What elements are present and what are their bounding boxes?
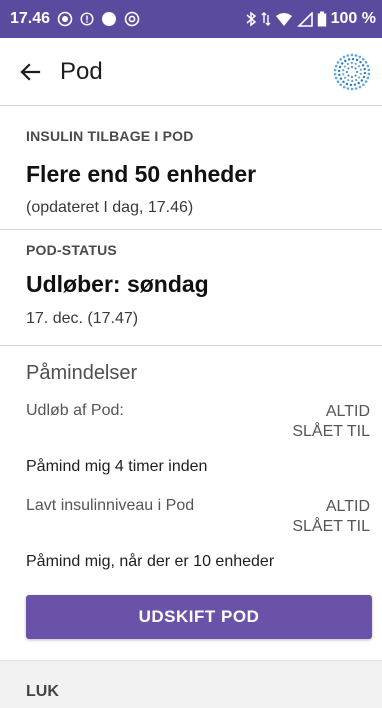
- reminder-row-low-insulin[interactable]: Lavt insulinniveau i Pod ALTID SLÅET TIL: [26, 497, 370, 539]
- pod-logo-icon: [332, 52, 372, 92]
- insulin-section: INSULIN TILBAGE I POD Flere end 50 enhed…: [0, 128, 382, 217]
- replace-pod-button[interactable]: UDSKIFT POD: [26, 595, 372, 639]
- status-bar: 17.46 100 %: [0, 0, 382, 38]
- data-transfer-icon: [261, 11, 271, 27]
- reminder-label: Lavt insulinniveau i Pod: [26, 497, 195, 514]
- record-icon: [57, 11, 73, 27]
- footer: LUK: [0, 660, 382, 708]
- dot-icon: [101, 11, 117, 27]
- page-title: Pod: [60, 57, 103, 85]
- pod-status-date: 17. dec. (17.47): [26, 310, 139, 327]
- pod-status-label: POD-STATUS: [26, 242, 117, 258]
- divider: [0, 345, 382, 346]
- insulin-updated: (opdateret I dag, 17.46): [26, 199, 194, 216]
- wifi-icon: [275, 12, 293, 27]
- reminder-label: Udløb af Pod:: [26, 402, 124, 419]
- divider: [0, 229, 382, 230]
- status-time: 17.46: [10, 10, 51, 27]
- signal-icon: [296, 11, 313, 27]
- battery-icon: [317, 11, 327, 27]
- circle-info-icon: [80, 12, 94, 26]
- arrow-left-icon[interactable]: [14, 56, 46, 88]
- reminder-value-line2: SLÅET TIL: [292, 518, 370, 535]
- bluetooth-icon: [245, 11, 257, 27]
- reminder-value: ALTID SLÅET TIL: [292, 402, 370, 442]
- reminder-value-line2: SLÅET TIL: [292, 423, 370, 440]
- reminder-value-line1: ALTID: [325, 498, 370, 515]
- reminder-description: Påmind mig 4 timer inden: [26, 458, 208, 475]
- reminder-description: Påmind mig, når der er 10 enheder: [26, 553, 275, 570]
- reminder-value: ALTID SLÅET TIL: [292, 497, 370, 537]
- app-bar: Pod: [0, 38, 382, 106]
- battery-percent: 100 %: [330, 10, 376, 27]
- pod-status-section: POD-STATUS Udløber: søndag 17. dec. (17.…: [0, 242, 382, 328]
- at-icon: [124, 11, 140, 27]
- reminder-value-line1: ALTID: [325, 403, 370, 420]
- reminder-row-pod-expiry[interactable]: Udløb af Pod: ALTID SLÅET TIL: [26, 402, 370, 444]
- insulin-label: INSULIN TILBAGE I POD: [26, 128, 194, 144]
- status-left: 17.46: [10, 10, 140, 28]
- insulin-value: Flere end 50 enheder: [26, 161, 257, 187]
- status-right: 100 %: [245, 10, 376, 28]
- pod-status-value: Udløber: søndag: [26, 271, 209, 297]
- reminders-title: Påmindelser: [26, 362, 138, 384]
- close-button[interactable]: LUK: [26, 683, 59, 701]
